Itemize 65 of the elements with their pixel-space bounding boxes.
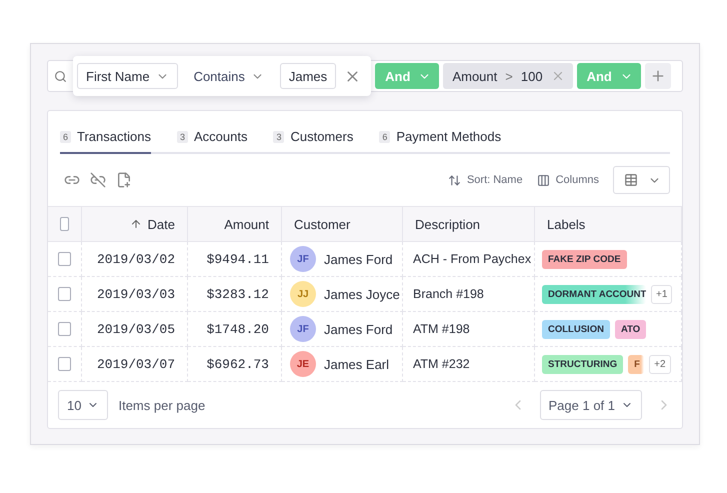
avatar: JF xyxy=(290,316,316,342)
filter-operator: > xyxy=(505,68,513,84)
table-icon xyxy=(624,173,638,187)
column-label: Amount xyxy=(224,216,269,232)
label-tag: ATO xyxy=(614,320,646,338)
checkbox[interactable] xyxy=(58,357,71,371)
table-cell: ATM #198 xyxy=(413,322,470,336)
columns-icon xyxy=(536,174,550,186)
column-label: Description xyxy=(415,216,480,232)
more-labels-badge: +1 xyxy=(651,284,672,304)
table-cell: 2019/03/05 xyxy=(96,322,175,336)
table-cell: $6962.73 xyxy=(206,356,269,372)
tab-count: 3 xyxy=(176,130,188,142)
plus-icon xyxy=(650,68,666,84)
page-size-dropdown[interactable]: 10 xyxy=(58,390,108,420)
table-cell: ACH - From Paychex xyxy=(413,252,532,266)
value-field[interactable]: James xyxy=(280,63,336,89)
tab-count: 6 xyxy=(60,130,72,142)
table-cell: 2019/03/03 xyxy=(96,286,175,302)
column-label: Date xyxy=(148,216,175,232)
add-file-icon[interactable] xyxy=(116,172,132,188)
table-cell: $3283.12 xyxy=(206,286,269,302)
label-tag: FAKE ZIP CODE xyxy=(542,250,627,268)
column-label: Customer xyxy=(294,216,350,232)
avatar: JJ xyxy=(290,281,316,307)
label-tag: STRUCTURING xyxy=(542,354,624,374)
table-cell: $1748.20 xyxy=(206,322,269,336)
tab-count: 3 xyxy=(273,130,284,142)
field-dropdown[interactable]: First Name xyxy=(77,63,178,89)
column-label: Labels xyxy=(547,216,586,232)
table-cell: ATM #232 xyxy=(413,357,470,371)
view-dropdown[interactable] xyxy=(613,166,670,194)
tab[interactable]: 6 Payment Methods xyxy=(379,127,502,154)
avatar: JF xyxy=(290,246,316,272)
unlink-icon[interactable] xyxy=(90,172,106,188)
table-cell: Branch #198 xyxy=(413,287,484,301)
sort-button[interactable]: Sort: Name xyxy=(448,174,523,186)
label-tag: F xyxy=(628,354,644,374)
table-cell: $9494.11 xyxy=(206,252,269,266)
add-filter-button[interactable] xyxy=(644,63,671,89)
search-icon xyxy=(54,70,67,82)
tab[interactable]: 6 Transactions xyxy=(60,127,151,154)
filter-field: Amount xyxy=(452,68,498,84)
customer-name: James Ford xyxy=(324,322,393,336)
filter-chip[interactable]: Amount > 100 xyxy=(443,63,573,89)
columns-button[interactable]: Columns xyxy=(536,174,599,186)
more-labels-badge: +2 xyxy=(649,354,671,374)
table-cell: 2019/03/02 xyxy=(96,252,175,266)
tab[interactable]: 3 Accounts xyxy=(176,127,248,154)
customer-name: James Ford xyxy=(324,252,393,266)
checkbox[interactable] xyxy=(60,217,69,231)
table-cell: 2019/03/07 xyxy=(96,356,175,372)
filter-value: 100 xyxy=(520,68,543,84)
page-size-label: Items per page xyxy=(118,398,206,412)
sort-icon xyxy=(448,174,461,186)
customer-name: James Joyce xyxy=(324,286,400,302)
label-tag: COLLUSION xyxy=(542,320,610,338)
tab[interactable]: 3 Customers xyxy=(273,127,354,154)
customer-name: James Earl xyxy=(324,356,390,372)
checkbox[interactable] xyxy=(58,322,71,336)
avatar: JE xyxy=(290,351,316,377)
checkbox[interactable] xyxy=(58,287,71,301)
checkbox[interactable] xyxy=(58,252,71,266)
page-dropdown[interactable]: Page 1 of 1 xyxy=(540,390,642,420)
tab-count: 6 xyxy=(379,130,390,142)
